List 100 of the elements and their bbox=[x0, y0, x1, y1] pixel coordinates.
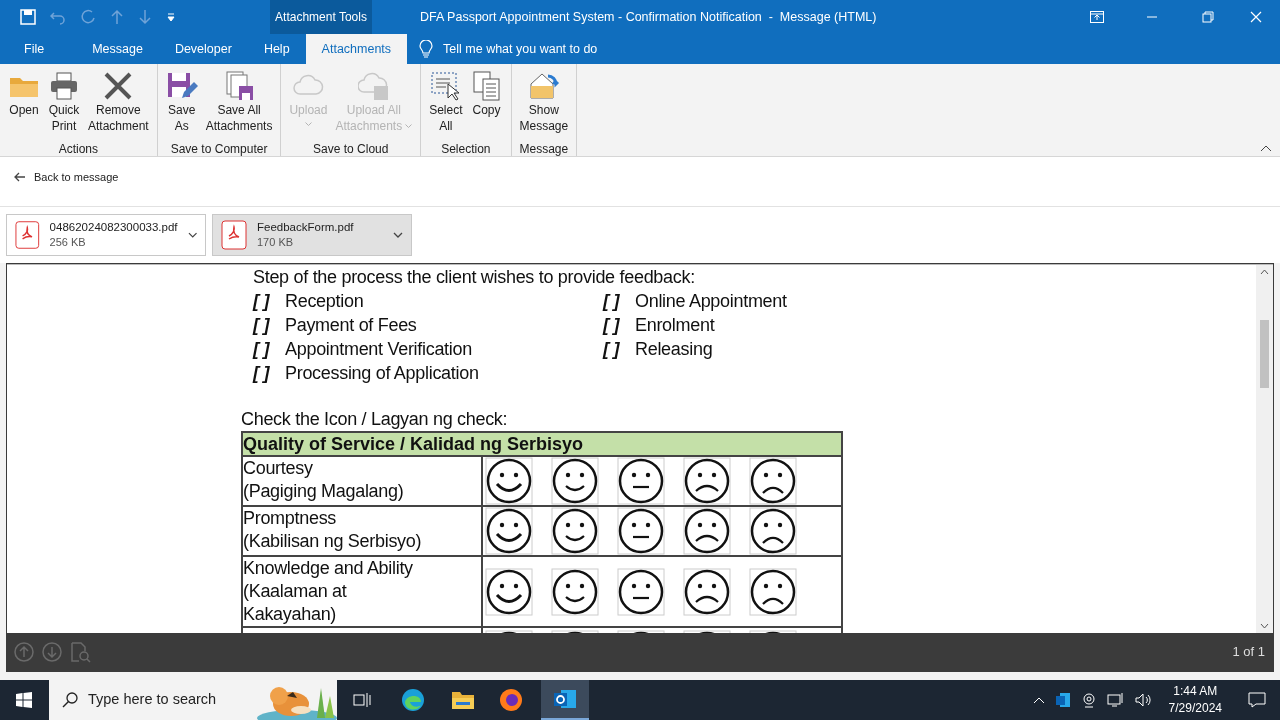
attachment-name: 04862024082300033.pdf bbox=[49, 220, 178, 235]
smiley-icon bbox=[485, 567, 533, 616]
smiley-icon bbox=[749, 567, 797, 616]
group-label: Message bbox=[519, 143, 569, 155]
restore-icon[interactable] bbox=[1202, 11, 1214, 23]
step-option: Online Appointment bbox=[635, 289, 787, 313]
smiley-icon bbox=[485, 457, 533, 505]
step-option: Reception bbox=[285, 289, 364, 313]
smiley-icon bbox=[683, 457, 731, 505]
pdf-icon bbox=[15, 220, 40, 250]
smiley-icon bbox=[683, 567, 731, 616]
customize-icon[interactable] bbox=[166, 12, 176, 22]
chevron-up-icon[interactable] bbox=[1032, 696, 1045, 704]
search-field[interactable]: Type here to search bbox=[49, 680, 337, 720]
table-cell: Courtesy (Pagiging Magalang) bbox=[243, 457, 483, 505]
ribbon-button[interactable]: Save As bbox=[161, 70, 202, 134]
step-prompt: Step of the process the client wishes to provide feedback: bbox=[252, 266, 696, 289]
caret-icon bbox=[405, 123, 413, 129]
scroll-down-icon[interactable] bbox=[1260, 623, 1269, 629]
smiley-icon bbox=[749, 507, 797, 555]
attachment-chip[interactable]: 04862024082300033.pdf 256 KB bbox=[6, 214, 206, 256]
clock-time: 1:44 AM bbox=[1173, 683, 1218, 700]
ribbon-tab[interactable]: File bbox=[8, 34, 61, 64]
pdf-icon bbox=[221, 220, 247, 250]
smiley-icon bbox=[551, 507, 599, 555]
back-link[interactable]: Back to message bbox=[14, 169, 119, 186]
attachment-chip[interactable]: FeedbackForm.pdf 170 KB bbox=[212, 214, 412, 256]
smiley-icon bbox=[683, 507, 731, 555]
checkbox-bracket: [ ] bbox=[253, 362, 271, 385]
chevron-down-icon bbox=[393, 232, 403, 238]
ribbon-tab[interactable]: Message bbox=[76, 34, 159, 64]
notifications-icon[interactable] bbox=[1248, 692, 1266, 708]
task-view-icon[interactable] bbox=[353, 692, 371, 708]
save-icon[interactable] bbox=[20, 9, 36, 25]
page-count: 1 of 1 bbox=[1232, 643, 1265, 662]
group-label: Save to Computer bbox=[170, 143, 268, 155]
group-label: Save to Cloud bbox=[313, 143, 389, 155]
outlook-taskbar-icon[interactable] bbox=[541, 680, 589, 720]
check-prompt: Check the Icon / Lagyan ng check: bbox=[241, 408, 509, 431]
ribbon-button[interactable]: Select All bbox=[425, 70, 467, 134]
step-option: Processing of Application bbox=[285, 361, 479, 385]
smiley-icon bbox=[617, 457, 665, 505]
smiley-icon bbox=[749, 457, 797, 505]
step-option: Enrolment bbox=[635, 313, 715, 337]
network-icon[interactable] bbox=[1106, 692, 1125, 708]
attachment-name: FeedbackForm.pdf bbox=[257, 220, 355, 235]
collapse-ribbon-icon[interactable] bbox=[1260, 145, 1272, 152]
cloud-floppy-icon bbox=[357, 70, 390, 102]
ribbon-tab[interactable]: Help bbox=[247, 34, 306, 64]
search-icon bbox=[62, 692, 78, 708]
ribbon-display-icon[interactable] bbox=[1090, 11, 1104, 23]
checkbox-bracket: [ ] bbox=[603, 338, 621, 361]
checkbox-bracket: [ ] bbox=[253, 314, 271, 337]
tell-me-placeholder: Tell me what you want to do bbox=[443, 40, 598, 58]
firefox-icon[interactable] bbox=[499, 688, 523, 712]
group-label: Actions bbox=[58, 143, 99, 155]
context-group-label: Attachment Tools bbox=[270, 0, 372, 34]
checkbox-bracket: [ ] bbox=[253, 338, 271, 361]
window-title: DFA Passport Appointment System - Confirmation Notification - Message (HTML) bbox=[420, 8, 877, 26]
ribbon-button[interactable]: Quick Print bbox=[44, 70, 84, 134]
checkbox-bracket: [ ] bbox=[603, 314, 621, 337]
checkbox-bracket: [ ] bbox=[253, 290, 271, 313]
folder-icon[interactable] bbox=[451, 690, 475, 710]
ribbon-button[interactable]: Copy bbox=[466, 70, 507, 118]
clock[interactable]: 1:44 AM 7/29/2024 bbox=[1168, 683, 1222, 717]
table-cell: Knowledge and Ability (Kaalaman at Kakayahan) bbox=[243, 557, 483, 626]
attachment-size: 256 KB bbox=[49, 235, 87, 250]
ribbon-button[interactable]: Show Message bbox=[515, 70, 573, 134]
ribbon-button[interactable]: Remove Attachment bbox=[84, 70, 153, 134]
windows-icon[interactable] bbox=[16, 692, 32, 708]
clock-date: 7/29/2024 bbox=[1168, 700, 1222, 717]
back-arrow-icon bbox=[14, 172, 26, 183]
webcam-icon[interactable] bbox=[1080, 692, 1097, 708]
volume-icon[interactable] bbox=[1134, 692, 1153, 708]
ribbon-tab[interactable]: Attachments bbox=[305, 34, 408, 64]
attachment-size: 170 KB bbox=[257, 235, 295, 250]
ribbon-tab[interactable]: Developer bbox=[158, 34, 248, 64]
ribbon-button[interactable]: Save All Attachments bbox=[201, 70, 277, 134]
edge-icon[interactable] bbox=[401, 688, 425, 712]
smiley-icon bbox=[485, 507, 533, 555]
step-option: Payment of Fees bbox=[285, 313, 417, 337]
caret-icon bbox=[304, 122, 312, 127]
outlook-icon bbox=[553, 688, 577, 710]
outlook-tray-icon[interactable] bbox=[1054, 692, 1071, 708]
close-icon[interactable] bbox=[1250, 11, 1262, 23]
group-label: Selection bbox=[441, 143, 491, 155]
step-option: Appointment Verification bbox=[285, 337, 472, 361]
scroll-thumb[interactable] bbox=[1260, 320, 1269, 388]
scrollbar[interactable] bbox=[1256, 265, 1273, 633]
copy-icon bbox=[470, 70, 503, 102]
lightbulb-icon bbox=[419, 40, 434, 58]
chevron-down-icon bbox=[187, 232, 197, 238]
selection-cursor-icon bbox=[429, 70, 462, 102]
smiley-icon bbox=[551, 457, 599, 505]
table-header: Quality of Service / Kalidad ng Serbisyo bbox=[243, 433, 841, 457]
scroll-up-icon[interactable] bbox=[1260, 269, 1269, 275]
documents-floppy-icon bbox=[223, 70, 256, 102]
ribbon-button[interactable]: Open bbox=[4, 70, 44, 118]
printer-icon bbox=[48, 70, 80, 102]
tell-me-field[interactable]: Tell me what you want to do bbox=[419, 34, 598, 64]
